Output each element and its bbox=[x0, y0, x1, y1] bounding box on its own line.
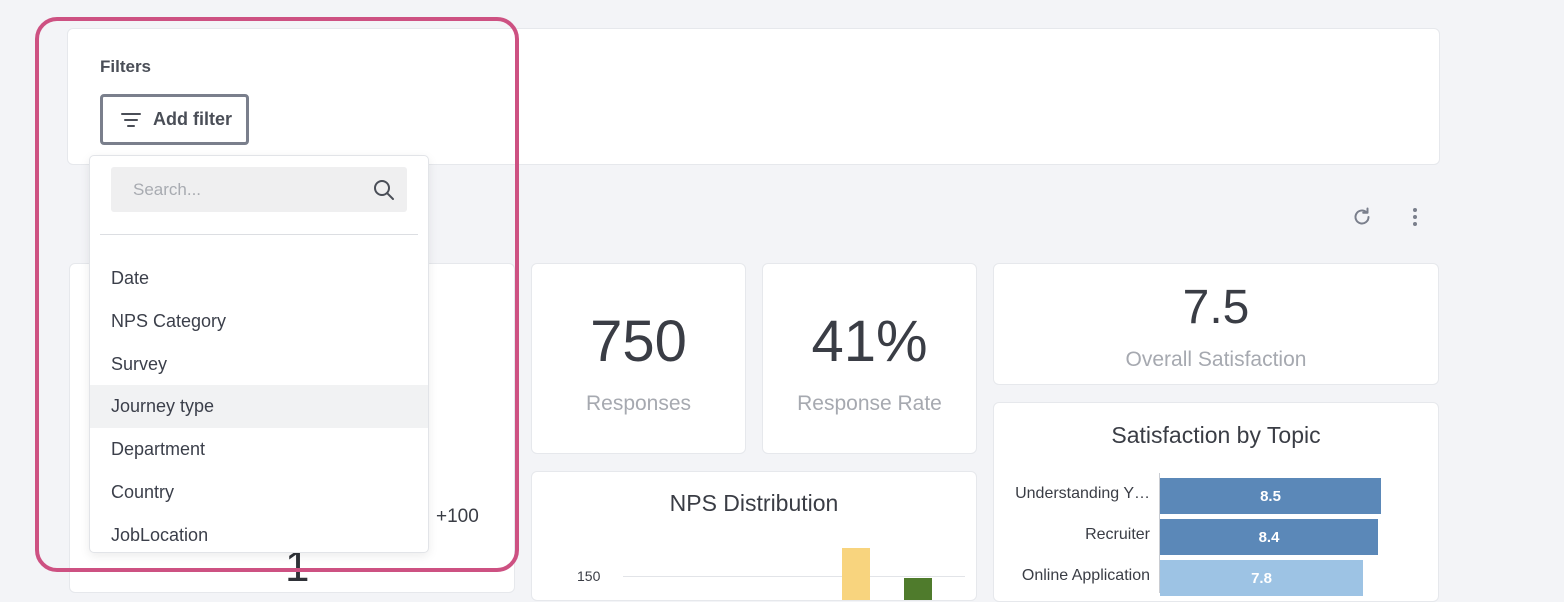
overall-satisfaction-value: 7.5 bbox=[1182, 281, 1250, 334]
search-icon[interactable] bbox=[373, 179, 395, 201]
filter-option-date[interactable]: Date bbox=[90, 257, 428, 300]
overall-satisfaction-label: Overall Satisfaction bbox=[1125, 348, 1307, 371]
response-rate-card: 41% Response Rate bbox=[762, 263, 977, 454]
topic-bar: 8.5 bbox=[1160, 478, 1381, 514]
topic-label: Online Application bbox=[1021, 567, 1150, 584]
responses-card: 750 Responses bbox=[531, 263, 746, 454]
filter-options-list: Date NPS Category Survey Journey type Depart… bbox=[90, 257, 428, 557]
topic-bar: 8.4 bbox=[1160, 519, 1378, 555]
filter-option-survey[interactable]: Survey bbox=[90, 343, 428, 386]
filter-option-journey-type[interactable]: Journey type bbox=[90, 385, 428, 429]
nps-distribution-title: NPS Distribution bbox=[669, 490, 839, 516]
refresh-icon[interactable] bbox=[1350, 205, 1374, 229]
topic-row: Online Application 7.8 bbox=[994, 557, 1438, 597]
nps-bar-passive bbox=[842, 548, 870, 600]
responses-value: 750 bbox=[590, 309, 687, 374]
topic-row: Understanding Y… 8.5 bbox=[994, 475, 1438, 515]
more-vertical-icon[interactable] bbox=[1404, 205, 1426, 229]
topic-label: Recruiter bbox=[1085, 526, 1150, 543]
topic-label: Understanding Y… bbox=[1015, 485, 1150, 502]
filter-icon bbox=[121, 111, 143, 129]
search-input[interactable] bbox=[111, 167, 361, 212]
response-rate-value: 41% bbox=[811, 309, 928, 374]
filters-title: Filters bbox=[100, 57, 152, 76]
filter-option-joblocation[interactable]: JobLocation bbox=[90, 514, 428, 557]
topic-row: Recruiter 8.4 bbox=[994, 516, 1438, 556]
satisfaction-by-topic-card: Satisfaction by Topic Understanding Y… 8.… bbox=[993, 402, 1439, 602]
add-filter-label: Add filter bbox=[153, 109, 232, 129]
filter-option-nps-category[interactable]: NPS Category bbox=[90, 300, 428, 343]
filter-option-department[interactable]: Department bbox=[90, 428, 428, 471]
response-rate-label: Response Rate bbox=[797, 392, 942, 415]
dropdown-divider bbox=[100, 234, 418, 235]
overall-satisfaction-card: 7.5 Overall Satisfaction bbox=[993, 263, 1439, 385]
nps-gridline bbox=[623, 576, 965, 577]
responses-label: Responses bbox=[585, 392, 692, 415]
filters-panel: Filters Add filter bbox=[67, 28, 1440, 165]
topic-bar: 7.8 bbox=[1160, 560, 1363, 596]
nps-bar-promoter bbox=[904, 578, 932, 600]
nps-max-label: +100 bbox=[436, 506, 479, 527]
search-box bbox=[111, 167, 407, 212]
add-filter-button[interactable]: Add filter bbox=[100, 94, 249, 145]
filter-option-country[interactable]: Country bbox=[90, 471, 428, 514]
filter-dropdown: DateNPS CategorySurveyJourney typeDepart… bbox=[89, 155, 429, 553]
satisfaction-by-topic-title: Satisfaction by Topic bbox=[1111, 422, 1321, 448]
